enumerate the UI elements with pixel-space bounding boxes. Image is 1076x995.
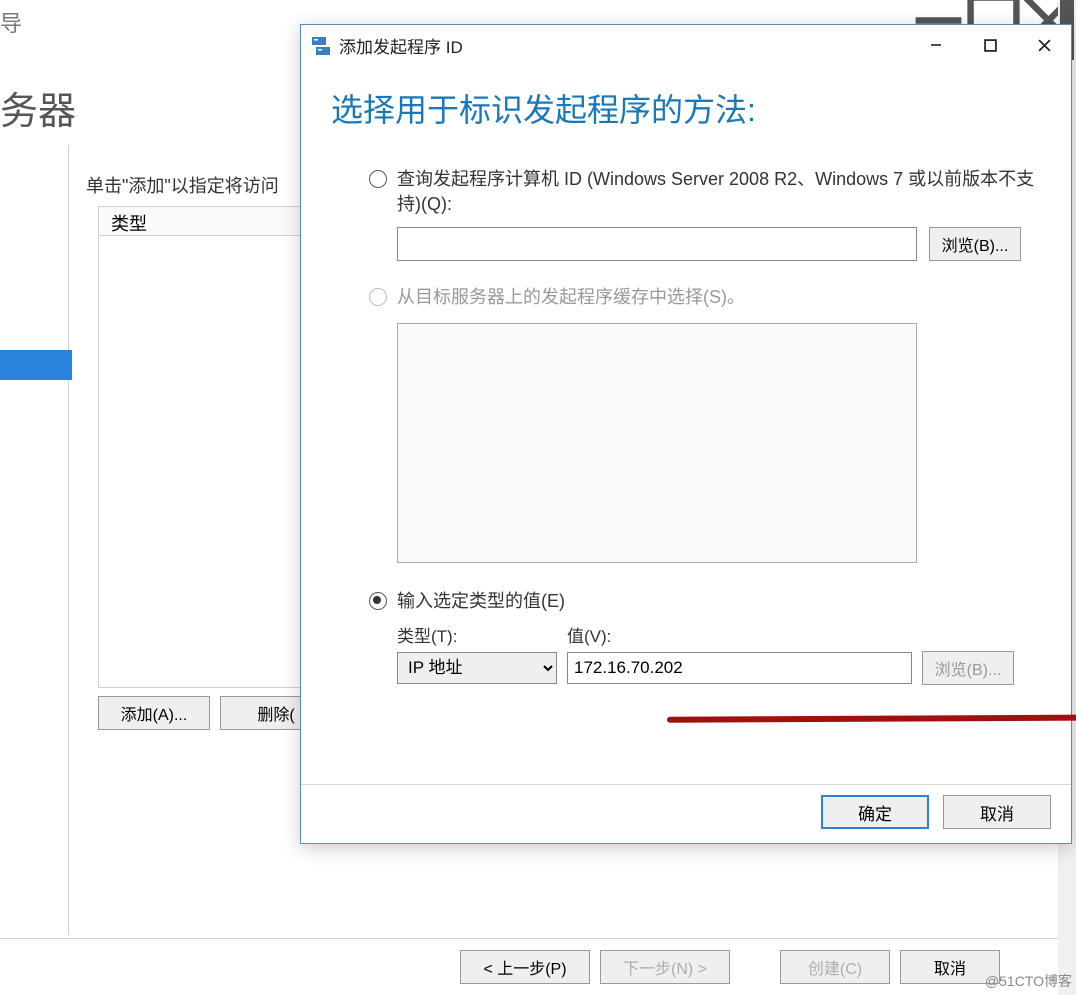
type-value-labels: 类型(T): 值(V): (397, 622, 1041, 647)
query-id-browse-button[interactable]: 浏览(B)... (929, 227, 1021, 261)
add-initiator-id-dialog: 添加发起程序 ID 选择用于标识发起程序的方法: 查询发起程序计算机 ID (W… (300, 24, 1072, 844)
bg-footer-divider (0, 938, 1076, 939)
option-enter-value-label: 输入选定类型的值(E) (397, 589, 565, 614)
radio-enter-value[interactable] (369, 592, 387, 610)
dialog-body: 选择用于标识发起程序的方法: 查询发起程序计算机 ID (Windows Ser… (301, 65, 1071, 685)
red-annotation-underline (667, 713, 1076, 723)
value-browse-button: 浏览(B)... (922, 651, 1014, 685)
cache-listbox (397, 323, 917, 563)
next-step-button: 下一步(N) > (600, 950, 730, 984)
dialog-titlebar: 添加发起程序 ID (301, 25, 1071, 65)
server-icon (309, 33, 333, 57)
radio-query-id[interactable] (369, 170, 387, 188)
option-group: 查询发起程序计算机 ID (Windows Server 2008 R2、Win… (369, 167, 1041, 685)
type-value-inputs: IP 地址 浏览(B)... (397, 651, 1041, 685)
bg-instruction: 单击"添加"以指定将访问 (86, 172, 279, 198)
watermark: @51CTO博客 (985, 971, 1072, 991)
type-select[interactable]: IP 地址 (397, 652, 557, 684)
option-query-id[interactable]: 查询发起程序计算机 ID (Windows Server 2008 R2、Win… (369, 167, 1041, 217)
ok-button[interactable]: 确定 (821, 795, 929, 829)
dialog-maximize-button[interactable] (963, 26, 1017, 64)
dialog-minimize-button[interactable] (909, 26, 963, 64)
bg-sidebar-selection[interactable] (0, 350, 72, 380)
dialog-cancel-button[interactable]: 取消 (943, 795, 1051, 829)
bg-button-row: 添加(A)... 删除( (98, 696, 332, 730)
type-label: 类型(T): (397, 622, 567, 647)
radio-from-cache (369, 288, 387, 306)
bg-heading: 务器 (0, 80, 76, 135)
dialog-footer: 确定 取消 (821, 795, 1051, 829)
option-query-id-label: 查询发起程序计算机 ID (Windows Server 2008 R2、Win… (397, 167, 1041, 217)
dialog-title: 添加发起程序 ID (339, 33, 463, 58)
option-from-cache-label: 从目标服务器上的发起程序缓存中选择(S)。 (397, 285, 745, 310)
query-id-row: 浏览(B)... (397, 227, 1041, 261)
add-button[interactable]: 添加(A)... (98, 696, 210, 730)
query-id-input[interactable] (397, 227, 917, 261)
create-button: 创建(C) (780, 950, 890, 984)
bg-title-text: 导 (0, 6, 22, 38)
bg-column-header-type: 类型 (99, 207, 159, 239)
dialog-heading: 选择用于标识发起程序的方法: (331, 85, 1041, 131)
dialog-footer-divider (301, 784, 1071, 785)
prev-step-button[interactable]: < 上一步(P) (460, 950, 590, 984)
value-input[interactable] (567, 652, 912, 684)
option-from-cache: 从目标服务器上的发起程序缓存中选择(S)。 (369, 285, 1041, 310)
bg-vertical-divider (68, 145, 69, 935)
dialog-close-button[interactable] (1017, 26, 1071, 64)
bg-footer: < 上一步(P) 下一步(N) > 创建(C) 取消 (460, 950, 1000, 984)
value-label: 值(V): (567, 622, 611, 647)
option-enter-value[interactable]: 输入选定类型的值(E) (369, 589, 1041, 614)
option-enter-value-block: 输入选定类型的值(E) 类型(T): 值(V): IP 地址 浏览(B)... (369, 589, 1041, 685)
